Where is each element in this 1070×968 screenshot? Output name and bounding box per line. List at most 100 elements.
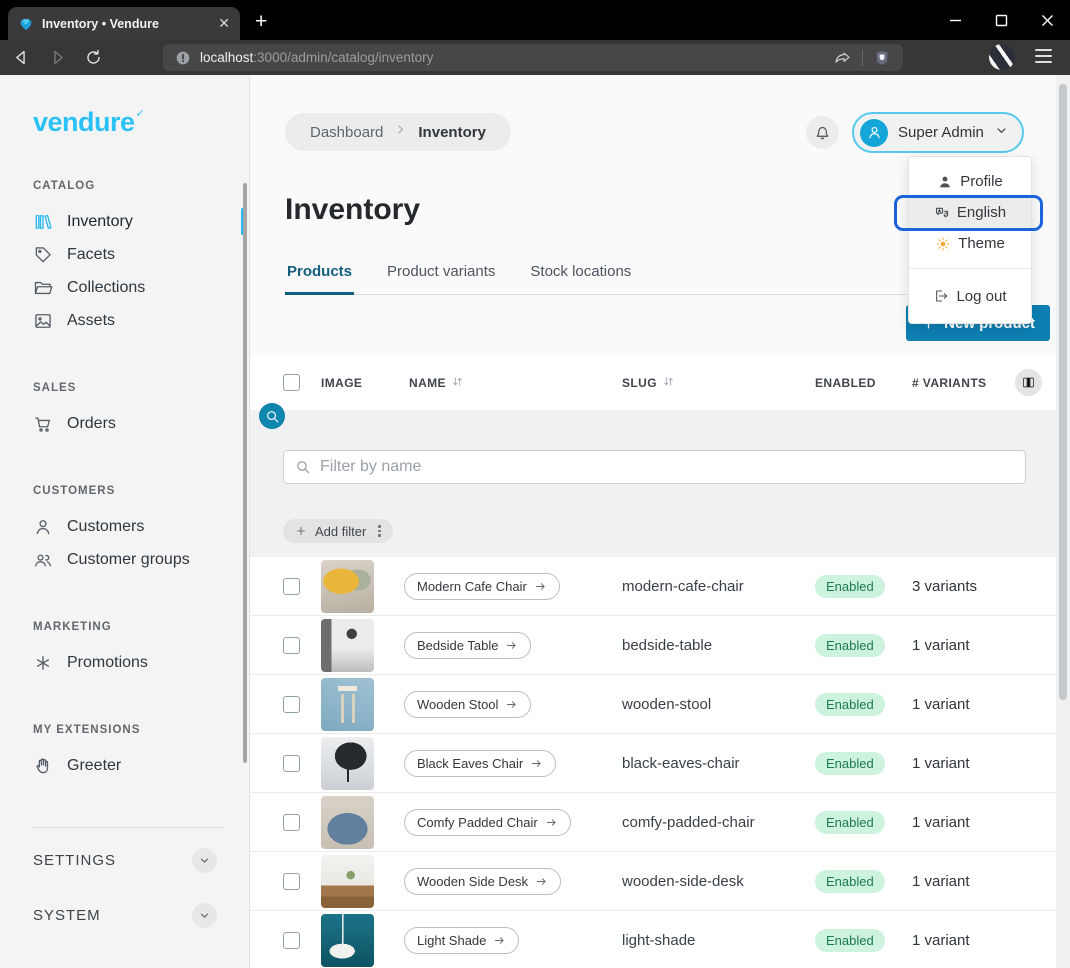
sort-icon[interactable] xyxy=(451,375,464,391)
product-slug: light-shade xyxy=(622,932,815,949)
nav-section-label-catalog: CATALOG xyxy=(33,180,249,192)
users-icon xyxy=(33,550,53,570)
product-name-link[interactable]: Wooden Side Desk xyxy=(404,868,561,895)
select-all-checkbox[interactable] xyxy=(283,374,300,391)
sidebar-item-assets[interactable]: Assets xyxy=(0,304,249,337)
window-minimize-button[interactable] xyxy=(932,0,978,40)
browser-menu-icon[interactable] xyxy=(1035,49,1052,63)
breadcrumb: Dashboard Inventory xyxy=(285,113,511,151)
row-checkbox[interactable] xyxy=(283,696,300,713)
url-host: localhost xyxy=(200,50,253,65)
window-maximize-button[interactable] xyxy=(978,0,1024,40)
sidebar-item-orders[interactable]: Orders xyxy=(0,407,249,440)
menu-item-english[interactable]: English xyxy=(909,197,1031,228)
chevron-down-icon[interactable] xyxy=(192,903,217,928)
sidebar-item-facets[interactable]: Facets xyxy=(0,238,249,271)
add-filter-button[interactable]: Add filter xyxy=(283,519,393,543)
browser-tab[interactable]: Inventory • Vendure ✕ xyxy=(8,7,240,40)
product-name-link[interactable]: Comfy Padded Chair xyxy=(404,809,571,836)
product-name-link[interactable]: Light Shade xyxy=(404,927,519,954)
product-name-link[interactable]: Bedside Table xyxy=(404,632,531,659)
column-header-image: IMAGE xyxy=(321,376,409,390)
product-image[interactable] xyxy=(321,737,374,790)
table-row-wooden-stool: Wooden Stool wooden-stool Enabled 1 vari… xyxy=(250,675,1056,734)
site-info-icon[interactable] xyxy=(175,50,191,66)
tab-products[interactable]: Products xyxy=(285,263,354,294)
tab-product-variants[interactable]: Product variants xyxy=(385,263,497,294)
column-header-name[interactable]: NAME xyxy=(409,375,622,391)
sidebar-divider xyxy=(33,827,224,828)
breadcrumb-dashboard[interactable]: Dashboard xyxy=(310,124,383,141)
product-image[interactable] xyxy=(321,796,374,849)
chevron-down-icon[interactable] xyxy=(192,848,217,873)
row-checkbox[interactable] xyxy=(283,873,300,890)
nav-section-label-sales: SALES xyxy=(33,382,249,394)
tab-title: Inventory • Vendure xyxy=(42,17,210,31)
menu-item-log-out[interactable]: Log out xyxy=(909,279,1031,313)
menu-item-profile[interactable]: Profile xyxy=(909,166,1031,197)
variant-count: 1 variant xyxy=(912,637,1056,654)
window-close-button[interactable] xyxy=(1024,0,1070,40)
sidebar-item-customers[interactable]: Customers xyxy=(0,510,249,543)
table-header: IMAGE NAME SLUG ENABLED # VARIANTS xyxy=(250,355,1056,410)
table-row-wooden-side-desk: Wooden Side Desk wooden-side-desk Enable… xyxy=(250,852,1056,911)
sun-icon xyxy=(935,236,951,252)
product-image[interactable] xyxy=(321,678,374,731)
reload-button[interactable] xyxy=(78,44,108,72)
sidebar-item-inventory[interactable]: Inventory xyxy=(0,205,249,238)
back-button[interactable] xyxy=(6,44,36,72)
sort-icon[interactable] xyxy=(662,375,675,391)
user-name: Super Admin xyxy=(898,124,984,141)
product-name-link[interactable]: Modern Cafe Chair xyxy=(404,573,560,600)
row-checkbox[interactable] xyxy=(283,637,300,654)
sidebar-item-greeter[interactable]: Greeter xyxy=(0,749,249,782)
table-search-button[interactable] xyxy=(259,403,285,429)
user-menu-button[interactable]: Super Admin xyxy=(852,112,1024,153)
product-image[interactable] xyxy=(321,560,374,613)
brave-shield-icon[interactable] xyxy=(873,49,891,67)
product-image[interactable] xyxy=(321,855,374,908)
status-badge: Enabled xyxy=(815,929,885,952)
sidebar-section-settings[interactable]: SETTINGS xyxy=(0,837,249,883)
row-checkbox[interactable] xyxy=(283,814,300,831)
page-scrollbar-thumb[interactable] xyxy=(1059,84,1067,700)
url-text: localhost:3000/admin/catalog/inventory xyxy=(200,50,825,65)
breadcrumb-inventory[interactable]: Inventory xyxy=(418,124,486,141)
row-checkbox[interactable] xyxy=(283,755,300,772)
table-body: Modern Cafe Chair modern-cafe-chair Enab… xyxy=(250,557,1056,968)
column-header-slug[interactable]: SLUG xyxy=(622,375,815,391)
forward-button[interactable] xyxy=(42,44,72,72)
product-slug: comfy-padded-chair xyxy=(622,814,815,831)
kebab-icon[interactable] xyxy=(378,525,381,537)
product-image[interactable] xyxy=(321,914,374,967)
product-image[interactable] xyxy=(321,619,374,672)
column-settings-button[interactable] xyxy=(1015,369,1042,396)
sidebar-item-promotions[interactable]: Promotions xyxy=(0,646,249,679)
share-icon[interactable] xyxy=(834,49,852,67)
sidebar-item-collections[interactable]: Collections xyxy=(0,271,249,304)
variant-count: 1 variant xyxy=(912,814,1056,831)
browser-profile-avatar[interactable] xyxy=(989,44,1015,70)
menu-item-theme[interactable]: Theme xyxy=(909,228,1031,259)
notifications-button[interactable] xyxy=(806,116,839,149)
filter-input[interactable] xyxy=(320,458,1014,476)
row-checkbox[interactable] xyxy=(283,932,300,949)
page-tabs: Products Product variants Stock locations xyxy=(285,263,907,295)
tab-stock-locations[interactable]: Stock locations xyxy=(528,263,633,294)
sidebar-item-customer-groups[interactable]: Customer groups xyxy=(0,543,249,576)
product-name-link[interactable]: Black Eaves Chair xyxy=(404,750,556,777)
screen: Inventory • Vendure ✕ + localhost:3000/a… xyxy=(0,0,1070,968)
new-tab-button[interactable]: + xyxy=(255,10,267,34)
status-badge: Enabled xyxy=(815,634,885,657)
sidebar-section-system[interactable]: SYSTEM xyxy=(0,892,249,938)
image-icon xyxy=(33,311,53,331)
translate-icon xyxy=(934,205,950,221)
status-badge: Enabled xyxy=(815,575,885,598)
sidebar-scrollbar-thumb[interactable] xyxy=(243,183,248,763)
row-checkbox[interactable] xyxy=(283,578,300,595)
tab-close-icon[interactable]: ✕ xyxy=(218,15,230,32)
url-bar[interactable]: localhost:3000/admin/catalog/inventory xyxy=(163,44,903,71)
status-badge: Enabled xyxy=(815,752,885,775)
product-name-link[interactable]: Wooden Stool xyxy=(404,691,531,718)
profile-icon xyxy=(937,174,953,190)
